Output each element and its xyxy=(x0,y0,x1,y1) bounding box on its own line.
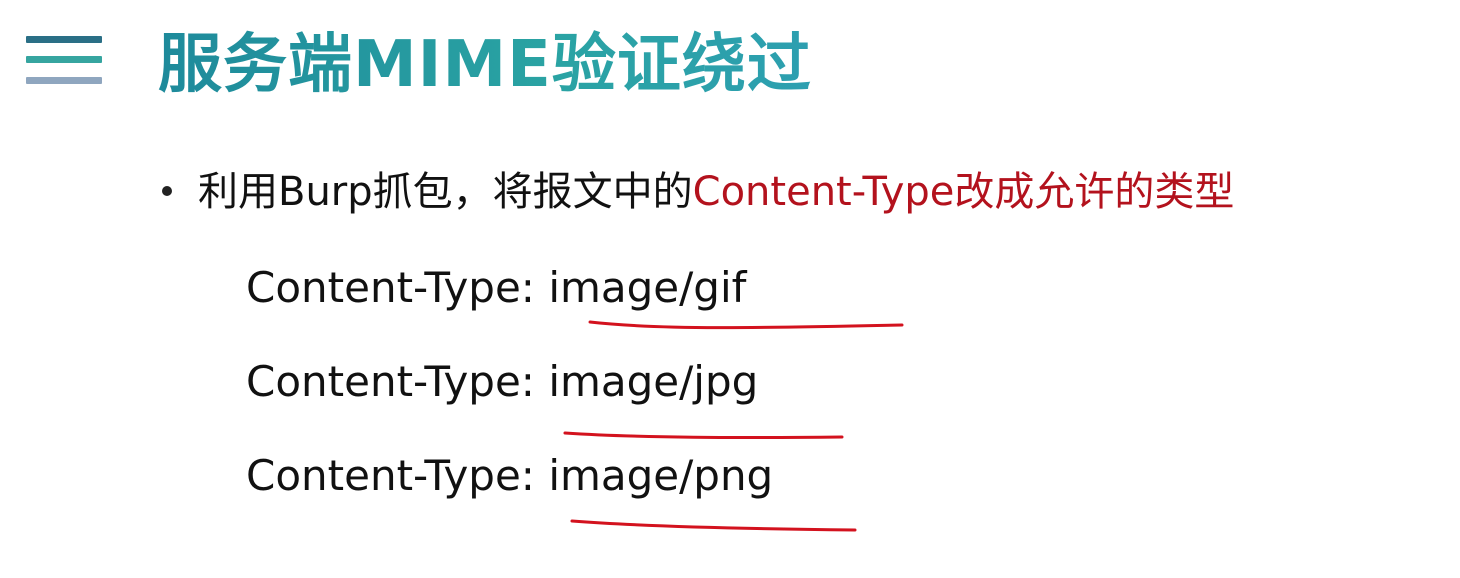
hamburger-menu-icon xyxy=(26,36,102,90)
content-type-value: image/jpg xyxy=(548,357,759,406)
slide: 服务端MIME验证绕过 利用Burp抓包，将报文中的Content-Type改成… xyxy=(0,0,1460,578)
content-type-label: Content-Type: xyxy=(246,357,549,406)
slide-title: 服务端MIME验证绕过 xyxy=(158,22,812,108)
content-type-line-jpg: Content-Type: image/jpg xyxy=(246,352,758,412)
bullet-text: 利用Burp抓包，将报文中的 xyxy=(198,169,693,215)
content-type-value: image/png xyxy=(548,451,774,500)
menu-bar-bottom xyxy=(26,77,102,84)
underline-gif xyxy=(588,320,904,330)
content-type-line-png: Content-Type: image/png xyxy=(246,446,773,506)
bullet-dot-icon xyxy=(162,186,172,196)
menu-bar-top xyxy=(26,36,102,43)
underline-png xyxy=(570,519,857,532)
content-type-label: Content-Type: xyxy=(246,451,549,500)
underline-jpg xyxy=(563,431,844,440)
content-type-value: image/gif xyxy=(548,263,747,312)
content-type-label: Content-Type: xyxy=(246,263,549,312)
content-type-line-gif: Content-Type: image/gif xyxy=(246,258,746,318)
menu-bar-middle xyxy=(26,56,102,63)
bullet-highlight-text: Content-Type改成允许的类型 xyxy=(692,169,1235,215)
bullet-item: 利用Burp抓包，将报文中的Content-Type改成允许的类型 xyxy=(162,160,1234,224)
